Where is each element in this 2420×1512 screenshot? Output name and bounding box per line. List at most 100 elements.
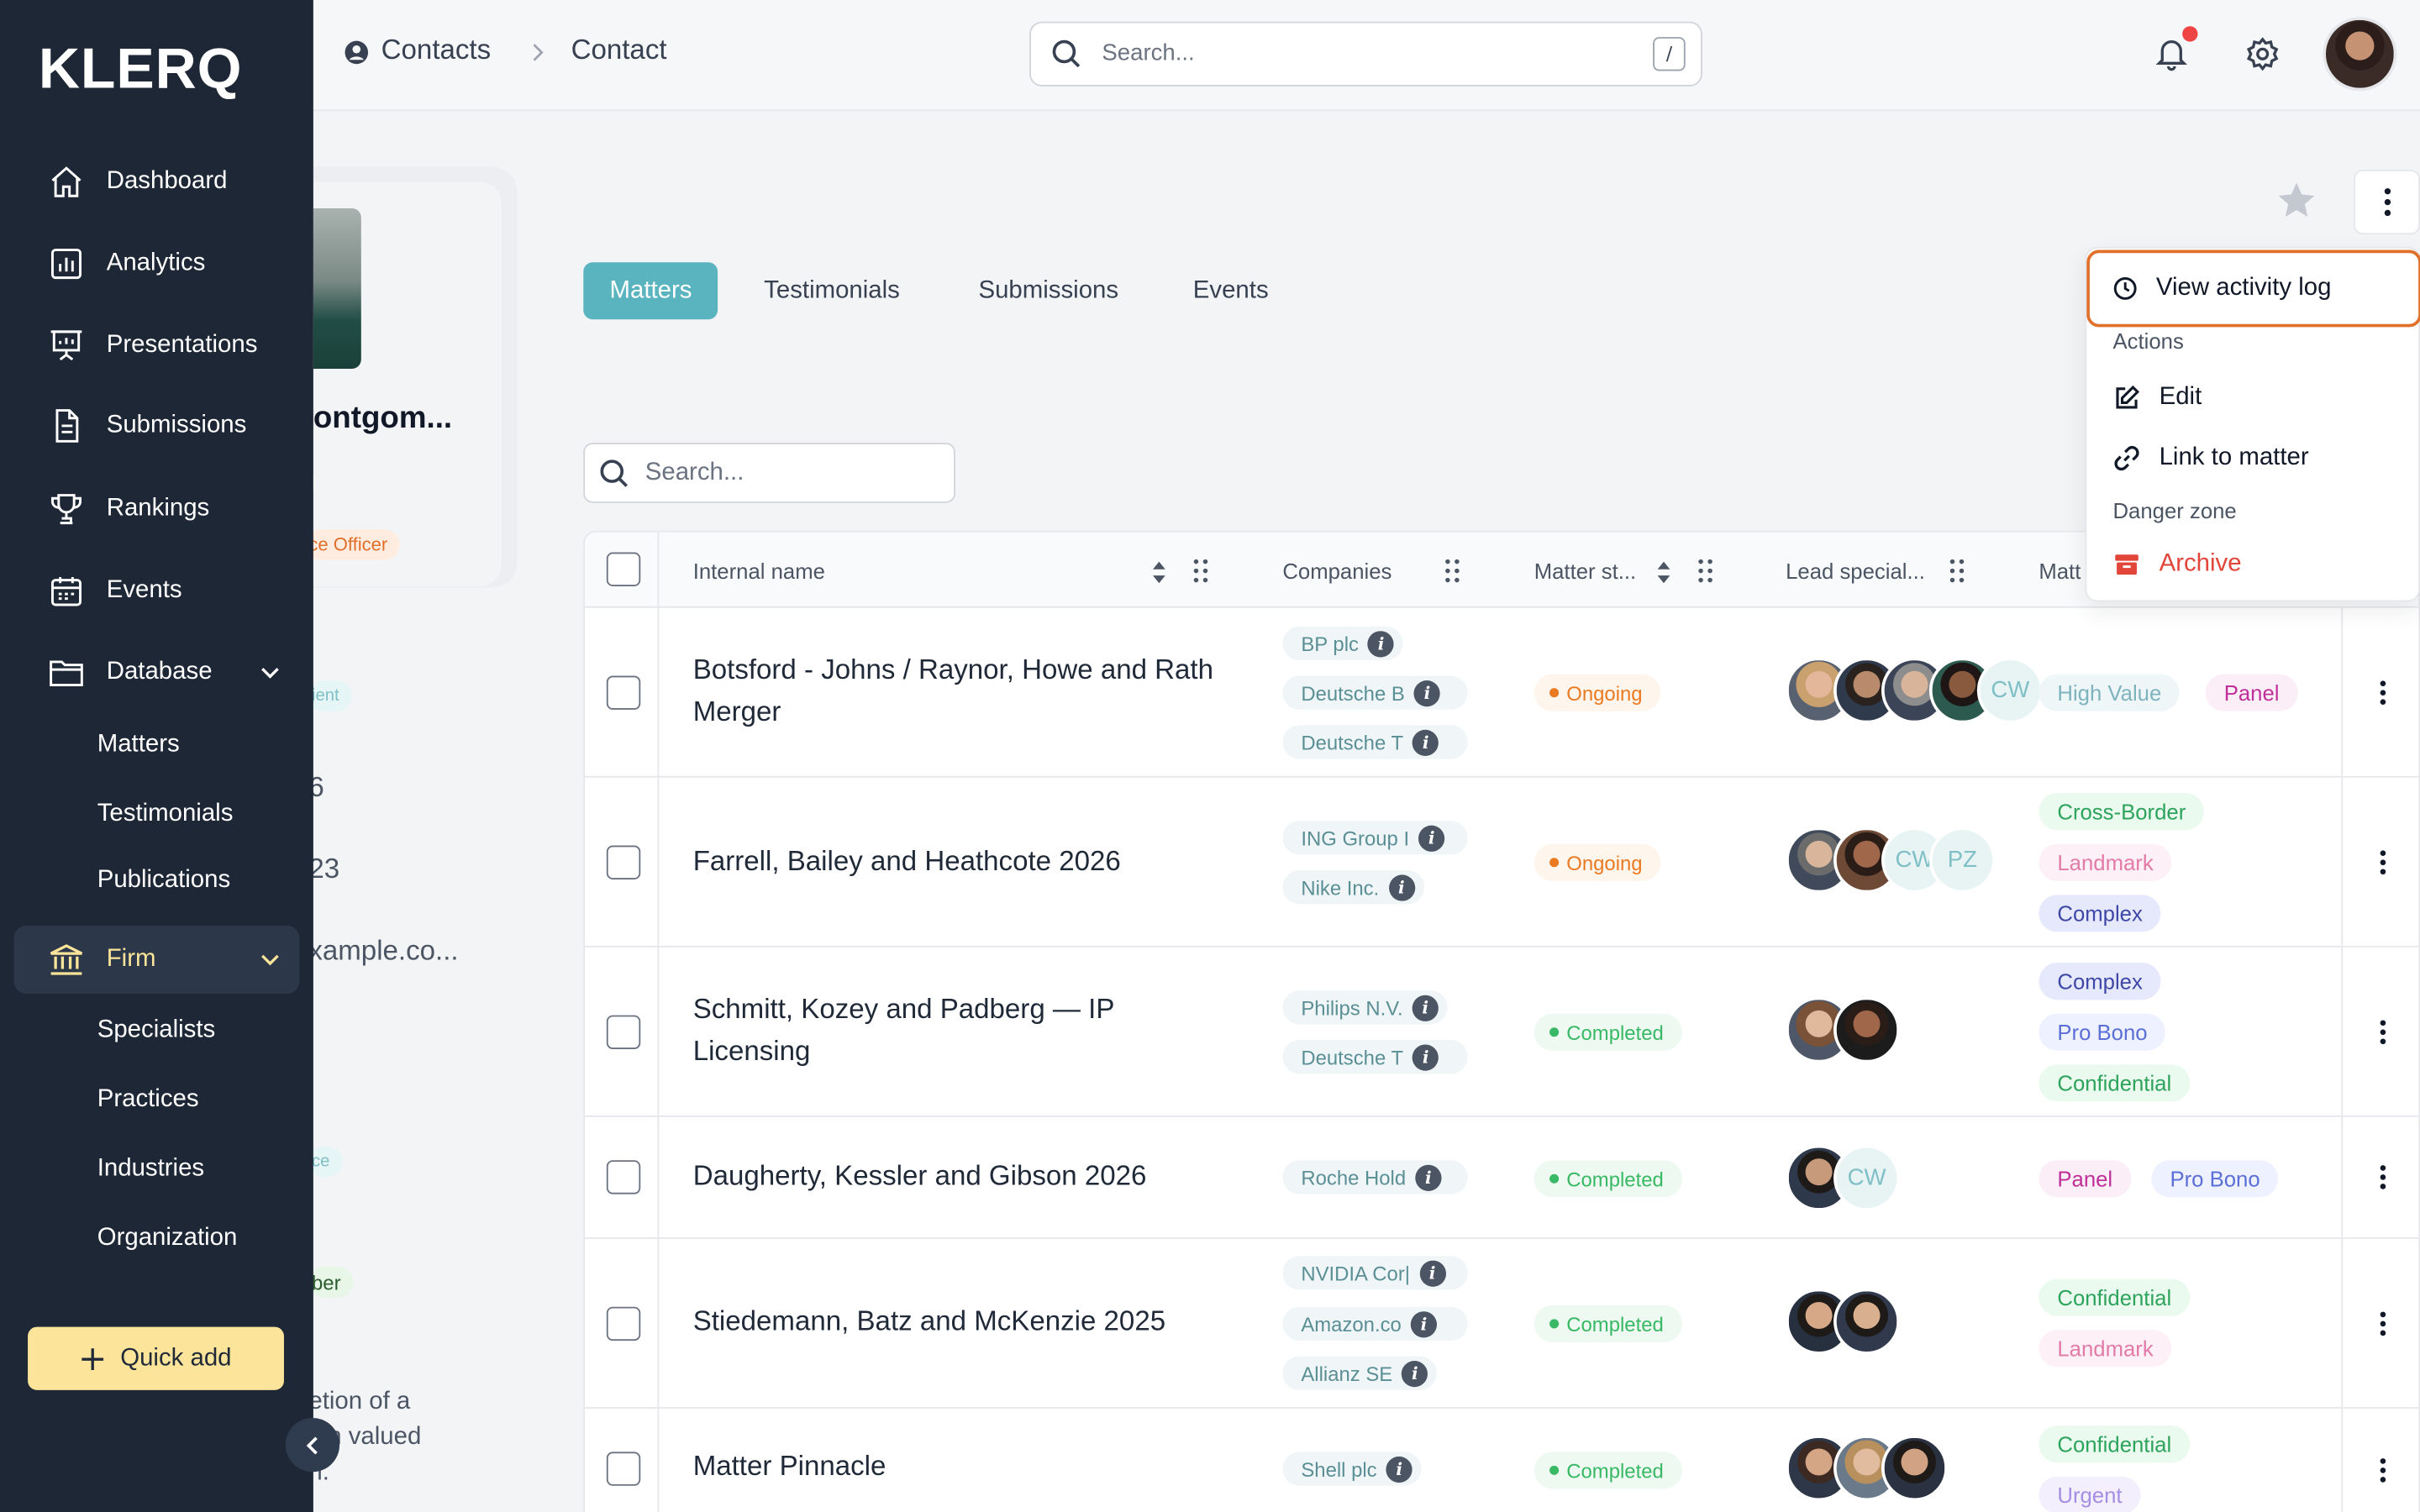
matter-tag[interactable]: Confidential <box>2039 1064 2191 1102</box>
sidebar-item-events[interactable]: Events <box>0 557 313 625</box>
sort-icon[interactable] <box>1656 561 1671 584</box>
settings-button[interactable] <box>2244 35 2281 72</box>
column-header-companies[interactable]: Companies <box>1282 559 1392 583</box>
row-checkbox[interactable] <box>606 1015 641 1049</box>
sidebar-item-dashboard[interactable]: Dashboard <box>0 148 313 216</box>
row-actions-button[interactable] <box>2341 947 2419 1116</box>
matter-name[interactable]: Botsford - Johns / Raynor, Howe and Rath… <box>693 649 1218 732</box>
menu-item-view-activity-log[interactable]: View activity log <box>2112 269 2331 309</box>
avatar[interactable] <box>1833 996 1901 1063</box>
company-chip[interactable]: Nike Inc. i <box>1282 869 1424 905</box>
table-row[interactable]: Farrell, Bailey and Heathcote 2026 ING G… <box>585 777 2419 948</box>
sidebar-subitem-practices[interactable]: Practices <box>97 1086 199 1114</box>
sidebar-item-submissions[interactable]: Submissions <box>0 392 313 460</box>
sidebar-collapse-button[interactable] <box>285 1417 340 1473</box>
row-checkbox[interactable] <box>606 1306 641 1341</box>
table-row[interactable]: Matter Pinnacle Shell plc i Completed Con… <box>585 1408 2419 1512</box>
sidebar-subitem-matters[interactable]: Matters <box>97 732 180 759</box>
info-icon[interactable]: i <box>1413 728 1439 756</box>
info-icon[interactable]: i <box>1410 1310 1438 1337</box>
info-icon[interactable]: i <box>1415 1163 1442 1191</box>
more-options-button[interactable] <box>2354 170 2420 235</box>
lead-specialists[interactable]: CW PZ <box>1786 827 1996 894</box>
sidebar-subitem-industries[interactable]: Industries <box>97 1156 204 1184</box>
select-all-checkbox[interactable] <box>606 552 641 586</box>
drag-handle-icon[interactable] <box>1193 559 1208 583</box>
sidebar-subitem-specialists[interactable]: Specialists <box>97 1016 215 1044</box>
company-chip[interactable]: Amazon.co i <box>1282 1306 1468 1341</box>
company-chip[interactable]: Allianz SE i <box>1282 1356 1438 1390</box>
favorite-button[interactable] <box>2275 179 2317 222</box>
tab-testimonials[interactable]: Testimonials <box>738 262 926 319</box>
info-icon[interactable]: i <box>1386 1455 1413 1483</box>
drag-handle-icon[interactable] <box>1949 559 1965 583</box>
column-header-matter-tags[interactable]: Matt <box>2039 559 2081 583</box>
quick-add-button[interactable]: Quick add <box>28 1326 284 1390</box>
matter-name[interactable]: Matter Pinnacle <box>693 1446 1218 1488</box>
matter-tag[interactable]: Panel <box>2039 1160 2132 1198</box>
lead-specialists[interactable]: CW <box>1786 657 2044 724</box>
avatar-initials[interactable]: CW <box>1976 657 2044 724</box>
sidebar-subitem-testimonials[interactable]: Testimonials <box>97 801 234 828</box>
sidebar-item-firm[interactable]: Firm <box>0 926 313 994</box>
company-chip[interactable]: BP plc i <box>1282 626 1404 661</box>
info-icon[interactable]: i <box>1402 1360 1428 1387</box>
matter-tag[interactable]: Confidential <box>2039 1425 2191 1463</box>
lead-specialists[interactable] <box>1786 1435 1948 1502</box>
table-row[interactable]: Schmitt, Kozey and Padberg — IP Licensin… <box>585 947 2419 1117</box>
info-icon[interactable]: i <box>1413 680 1441 706</box>
sidebar-item-rankings[interactable]: Rankings <box>0 475 313 543</box>
matter-tag[interactable]: Complex <box>2039 963 2161 1000</box>
info-icon[interactable]: i <box>1418 824 1445 851</box>
row-actions-button[interactable] <box>2341 1408 2419 1512</box>
lead-specialists[interactable] <box>1786 1288 1901 1355</box>
menu-item-archive[interactable]: Archive <box>2112 544 2242 585</box>
row-actions-button[interactable] <box>2341 777 2419 946</box>
matter-tag[interactable]: Cross-Border <box>2039 793 2205 831</box>
column-header-lead-specialist[interactable]: Lead special... <box>1786 559 1925 583</box>
company-chip[interactable]: Philips N.V. i <box>1282 990 1448 1025</box>
sidebar-subitem-organization[interactable]: Organization <box>97 1225 238 1252</box>
row-checkbox[interactable] <box>606 675 641 710</box>
avatar[interactable] <box>1881 1435 1948 1502</box>
info-icon[interactable]: i <box>1388 874 1415 900</box>
sidebar-subitem-publications[interactable]: Publications <box>97 867 230 895</box>
lead-specialists[interactable] <box>1786 996 1901 1063</box>
drag-handle-icon[interactable] <box>1697 559 1712 583</box>
menu-item-edit[interactable]: Edit <box>2112 378 2202 418</box>
matter-name[interactable]: Farrell, Bailey and Heathcote 2026 <box>693 841 1218 883</box>
sidebar-item-analytics[interactable]: Analytics <box>0 230 313 298</box>
tab-matters[interactable]: Matters <box>583 262 718 320</box>
column-header-matter-status[interactable]: Matter st... <box>1534 559 1636 583</box>
info-icon[interactable]: i <box>1413 1043 1439 1070</box>
matter-tag[interactable]: Pro Bono <box>2039 1013 2166 1051</box>
matter-tag[interactable]: Landmark <box>2039 843 2172 881</box>
info-icon[interactable]: i <box>1367 630 1395 657</box>
avatar[interactable] <box>2323 17 2397 92</box>
company-chip[interactable]: Deutsche B i <box>1282 675 1468 710</box>
tab-events[interactable]: Events <box>1167 262 1295 319</box>
company-chip[interactable]: Deutsche T i <box>1282 725 1468 759</box>
avatar-initials[interactable]: CW <box>1833 1144 1901 1211</box>
company-chip[interactable]: Roche Hold i <box>1282 1160 1468 1194</box>
row-checkbox[interactable] <box>606 845 641 879</box>
matter-name[interactable]: Daugherty, Kessler and Gibson 2026 <box>693 1156 1218 1198</box>
table-row[interactable]: Botsford - Johns / Raynor, Howe and Rath… <box>585 607 2419 778</box>
matter-tag[interactable]: Urgent <box>2039 1476 2141 1512</box>
matter-tag[interactable]: Confidential <box>2039 1278 2191 1316</box>
sidebar-item-presentations[interactable]: Presentations <box>0 312 313 380</box>
matter-tag[interactable]: Complex <box>2039 895 2161 932</box>
matter-name[interactable]: Stiedemann, Batz and McKenzie 2025 <box>693 1300 1218 1342</box>
avatar-initials[interactable]: PZ <box>1928 827 1996 894</box>
sidebar-item-database[interactable]: Database <box>0 638 313 706</box>
tab-submissions[interactable]: Submissions <box>952 262 1144 319</box>
info-icon[interactable]: i <box>1412 994 1439 1021</box>
company-chip[interactable]: ING Group I i <box>1282 821 1468 855</box>
matter-tag[interactable]: Landmark <box>2039 1330 2172 1368</box>
company-chip[interactable]: Deutsche T i <box>1282 1039 1468 1074</box>
column-header-internal-name[interactable]: Internal name <box>693 559 825 583</box>
company-chip[interactable]: Shell plc i <box>1282 1452 1422 1486</box>
lead-specialists[interactable]: CW <box>1786 1144 1901 1211</box>
matter-name[interactable]: Schmitt, Kozey and Padberg — IP Licensin… <box>693 989 1218 1072</box>
row-checkbox[interactable] <box>606 1160 641 1194</box>
